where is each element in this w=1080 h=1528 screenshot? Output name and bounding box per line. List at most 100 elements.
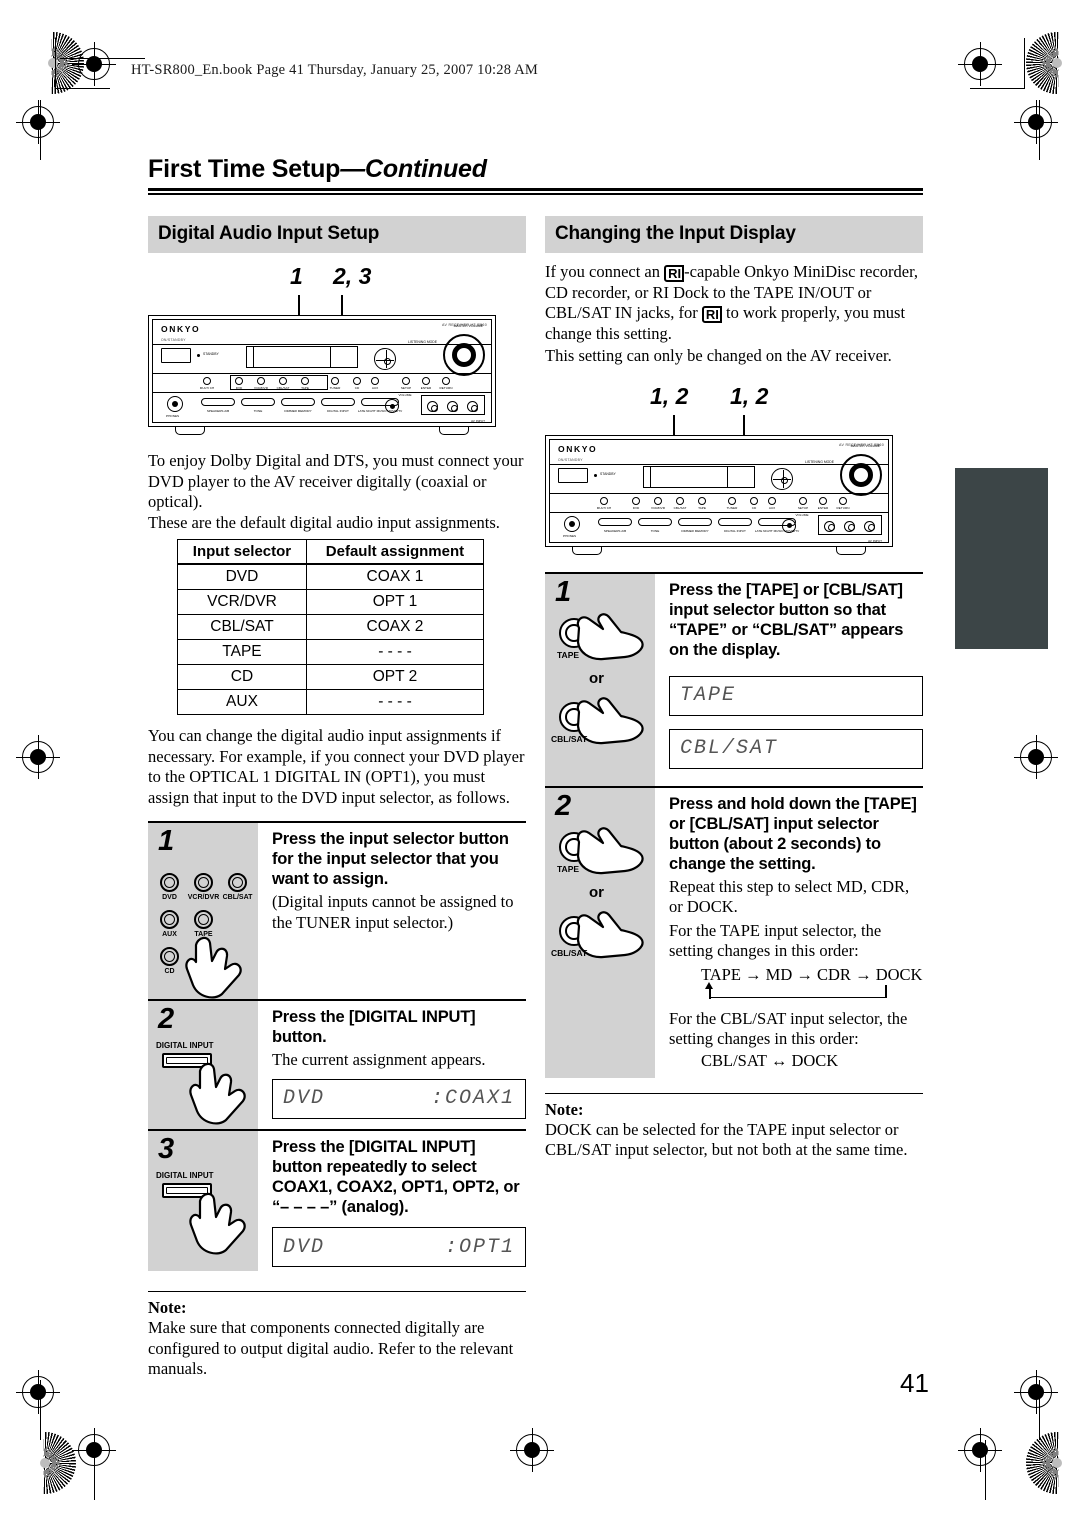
lcd-text-left: DVD bbox=[283, 1087, 326, 1110]
or-label: or bbox=[589, 669, 604, 687]
crop-line bbox=[1039, 100, 1040, 160]
receiver-button-label: TUNER bbox=[329, 386, 341, 390]
receiver-pill-label: SPEAKERS A/B bbox=[206, 409, 230, 413]
step-text-2: Press the [DIGITAL INPUT] button. The cu… bbox=[258, 1001, 526, 1129]
phones-label: PHONES bbox=[166, 414, 180, 418]
right-step-block-2: 2 TAPE or CBL/SAT Press and hold down th… bbox=[545, 785, 923, 1081]
step-block-1: 1 DVD VCR/DVR CBL/SAT AUX TAPE CD Press … bbox=[148, 821, 526, 999]
registration-mark-left-lower bbox=[16, 1370, 60, 1414]
table-row: VCR/DVR OPT 1 bbox=[177, 589, 485, 615]
receiver-button-vcr-dvr bbox=[654, 496, 662, 505]
receiver-button-cd bbox=[353, 377, 361, 385]
selector-button-aux[interactable] bbox=[160, 910, 179, 929]
selector-button-tape[interactable] bbox=[194, 910, 213, 929]
phones-label: PHONES bbox=[563, 533, 577, 538]
cell-input-selector: VCR/DVR bbox=[177, 589, 307, 615]
cell-input-selector: DVD bbox=[177, 563, 307, 590]
lcd-display-cbl-sat: CBL/SAT bbox=[669, 728, 923, 769]
table-row: CD OPT 2 bbox=[177, 664, 485, 690]
receiver-pill-label: DIGITAL INPUT bbox=[724, 528, 746, 533]
standby-led bbox=[594, 473, 597, 477]
right-intro-text-block: If you connect an RI -capable Onkyo MiniD… bbox=[545, 262, 923, 367]
av-input-label: AV INPUT bbox=[867, 538, 882, 543]
receiver-button-label: SETUP bbox=[400, 386, 412, 390]
receiver-button-dvd bbox=[235, 377, 243, 385]
av-jack bbox=[864, 520, 875, 532]
callout-number-1: 1 bbox=[290, 263, 303, 289]
receiver-pill-button bbox=[241, 398, 275, 406]
lcd-text-left: DVD bbox=[283, 1235, 326, 1259]
cell-default-assignment: COAX 1 bbox=[305, 563, 485, 590]
step-title: Press and hold down the [TAPE] or [CBL/S… bbox=[669, 794, 917, 873]
page-title-main: First Time Setup bbox=[148, 155, 341, 183]
registration-mark-top bbox=[72, 42, 116, 86]
callout-number-left: 1, 2 bbox=[650, 382, 689, 409]
lcd-display-step3: DVD :OPT1 bbox=[272, 1227, 526, 1267]
ri-logo-icon: RI bbox=[701, 306, 722, 323]
crop-line bbox=[40, 100, 41, 160]
av-input-jacks bbox=[421, 395, 485, 415]
receiver-pill-label: TONE bbox=[253, 409, 263, 413]
receiver-button-label: RETURN bbox=[836, 505, 850, 510]
selector-button-label: DVD bbox=[162, 894, 177, 901]
title-rule-thick bbox=[148, 188, 923, 191]
av-receiver-front-panel: ONKYO AV RECEIVER HT-R560 ON/STANDBY STA… bbox=[545, 434, 893, 555]
registration-mark-bottom-far-right bbox=[958, 1428, 1002, 1472]
pointing-hand-icon bbox=[576, 612, 644, 660]
selector-button-label: TAPE bbox=[557, 649, 580, 660]
default-assignment-table: Input selector Default assignment DVD CO… bbox=[177, 539, 485, 715]
receiver-diagram-left: 1 2, 3 ONKYO AV RECEIVER HT-R560 ON/STAN… bbox=[148, 263, 526, 435]
flow-sequence-cbl-sat: CBL/SAT ↔ DOCK bbox=[701, 1050, 839, 1070]
receiver-foot bbox=[572, 545, 602, 555]
side-tab-marker bbox=[955, 468, 1048, 649]
receiver-pill-button bbox=[598, 517, 632, 526]
column-header-default-assignment: Default assignment bbox=[305, 539, 485, 565]
onkyo-logo: ONKYO bbox=[161, 324, 201, 334]
master-volume-label: MASTER VOLUME bbox=[850, 443, 880, 448]
receiver-pill-button-digital-input bbox=[718, 517, 752, 526]
receiver-pill-button bbox=[638, 517, 672, 526]
volume-label: VOLUME bbox=[795, 512, 809, 517]
listening-mode-label: LISTENING MODE bbox=[804, 459, 834, 464]
master-volume-label: MASTER VOLUME bbox=[453, 324, 483, 328]
cursor-pad bbox=[771, 467, 793, 490]
diagram-callouts: 1 2, 3 bbox=[148, 263, 526, 398]
selector-button-cbl-sat[interactable] bbox=[228, 873, 247, 892]
selector-button-cd[interactable] bbox=[160, 947, 179, 966]
receiver-button-return bbox=[839, 496, 847, 505]
selector-button-vcr-dvr[interactable] bbox=[194, 873, 213, 892]
step-block-2: 2 DIGITAL INPUT Press the [DIGITAL INPUT… bbox=[148, 999, 526, 1129]
right-step-text-1: Press the [TAPE] or [CBL/SAT] input sele… bbox=[655, 574, 923, 786]
manual-page: HT-SR800_En.book Page 41 Thursday, Janua… bbox=[0, 0, 1080, 1528]
av-input-jacks bbox=[818, 514, 882, 535]
receiver-standby-label: ON/STANDBY bbox=[558, 457, 583, 462]
cell-input-selector: CBL/SAT bbox=[177, 614, 307, 640]
crop-line bbox=[970, 88, 1025, 89]
selector-button-dvd[interactable] bbox=[160, 873, 179, 892]
crop-line bbox=[55, 38, 56, 88]
receiver-button-label: AUX bbox=[768, 505, 776, 510]
av-receiver-front-panel: ONKYO AV RECEIVER HT-R560 ON/STANDBY STA… bbox=[148, 315, 496, 435]
step-title: Press the [DIGITAL INPUT] button. bbox=[272, 1008, 476, 1046]
step-title: Press the [TAPE] or [CBL/SAT] input sele… bbox=[669, 580, 904, 659]
panel-divider bbox=[550, 511, 888, 513]
receiver-pill-button bbox=[201, 398, 235, 406]
registration-mark-right-mid bbox=[1014, 735, 1058, 779]
panel-divider bbox=[153, 392, 491, 393]
note-text: Make sure that components connected digi… bbox=[148, 1318, 514, 1378]
onkyo-logo: ONKYO bbox=[558, 443, 598, 454]
receiver-button-cbl-sat bbox=[676, 496, 684, 505]
step-title: Press the input selector button for the … bbox=[272, 830, 509, 888]
receiver-button-cbl-sat bbox=[279, 377, 287, 385]
lcd-text-right: :COAX1 bbox=[430, 1087, 515, 1110]
right-column: Changing the Input Display If you connec… bbox=[545, 216, 923, 1161]
digital-input-button-label: DIGITAL INPUT bbox=[156, 1041, 214, 1050]
registration-mark-right-top bbox=[958, 42, 1002, 86]
callout-number-right: 1, 2 bbox=[730, 382, 769, 409]
starburst-target-bottomleft bbox=[14, 1432, 76, 1494]
column-header-input-selector: Input selector bbox=[177, 539, 307, 565]
receiver-foot bbox=[439, 426, 469, 435]
cell-input-selector: CD bbox=[177, 664, 307, 690]
cell-default-assignment: OPT 2 bbox=[305, 664, 485, 690]
receiver-foot bbox=[836, 545, 866, 555]
